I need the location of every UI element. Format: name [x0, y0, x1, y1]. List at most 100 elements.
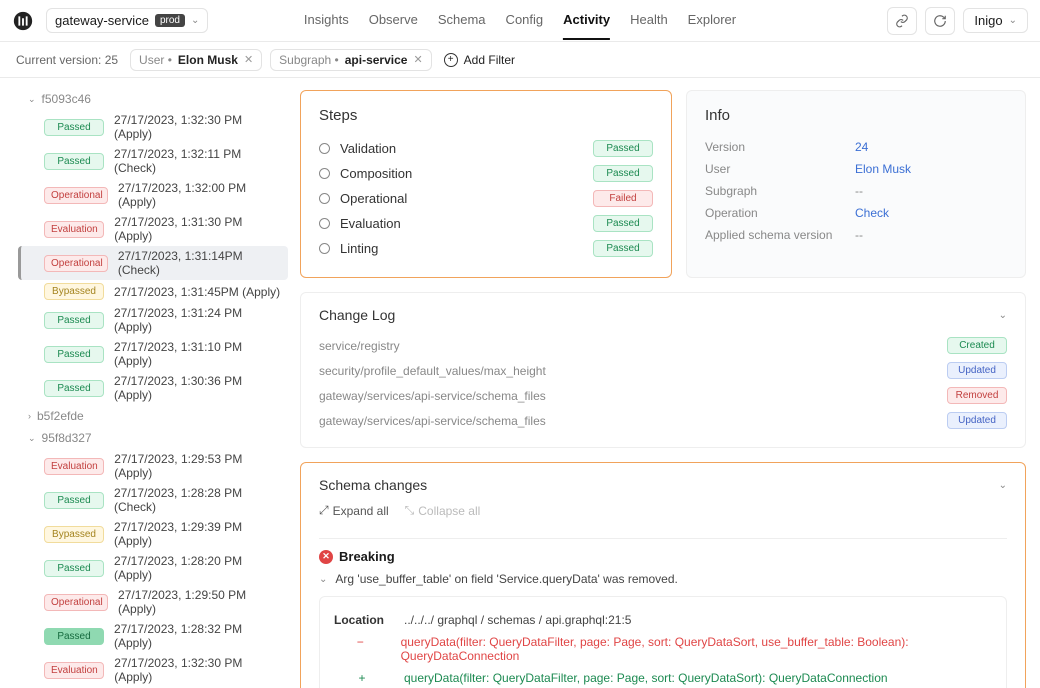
status-badge: Updated: [947, 412, 1007, 429]
activity-row[interactable]: Passed27/17/2023, 1:30:36 PM (Apply): [18, 371, 288, 405]
chevron-down-icon: ⌄: [1009, 15, 1017, 26]
chevron-down-icon: ⌄: [191, 15, 199, 26]
filter-chips: User • Elon Musk✕ Subgraph • api-service✕: [130, 49, 432, 71]
tree-group-toggle[interactable]: ›b5f2efde: [18, 405, 288, 427]
chevron-down-icon: ⌄: [319, 574, 327, 585]
timestamp: 27/17/2023, 1:29:53 PM (Apply): [114, 452, 282, 480]
changelog-section: Change Log ⌄ service/registryCreatedsecu…: [300, 292, 1026, 448]
timestamp: 27/17/2023, 1:31:14PM (Check): [118, 249, 282, 277]
nav-schema[interactable]: Schema: [438, 1, 486, 40]
close-icon[interactable]: ✕: [244, 53, 253, 66]
status-badge: Passed: [44, 346, 104, 363]
status-badge: Removed: [947, 387, 1007, 404]
nav-config[interactable]: Config: [506, 1, 544, 40]
step-row: ValidationPassed: [319, 136, 653, 161]
location-label: Location: [334, 613, 390, 627]
status-badge: Passed: [593, 240, 653, 257]
activity-row[interactable]: Operational 27/17/2023, 1:29:50 PM (Apply…: [18, 585, 288, 619]
activity-row[interactable]: Bypassed27/17/2023, 1:31:45PM (Apply): [18, 280, 288, 303]
timestamp: 27/17/2023, 1:31:24 PM (Apply): [114, 306, 282, 334]
nav-observe[interactable]: Observe: [369, 1, 418, 40]
chevron-down-icon: ⌄: [28, 94, 36, 105]
filter-chip[interactable]: User • Elon Musk✕: [130, 49, 262, 71]
activity-row[interactable]: Passed 27/17/2023, 1:31:10 PM (Apply): [18, 337, 288, 371]
nav-activity[interactable]: Activity: [563, 1, 610, 40]
activity-row[interactable]: Passed 27/17/2023, 1:28:20 PM (Apply): [18, 551, 288, 585]
tree-group-toggle[interactable]: ⌄95f8d327: [18, 427, 288, 449]
status-badge: Passed: [44, 560, 104, 577]
status-badge: Passed: [593, 215, 653, 232]
activity-row[interactable]: Bypassed 27/17/2023, 1:29:39 PM (Apply): [18, 517, 288, 551]
timestamp: 27/17/2023, 1:32:00 PM (Apply): [118, 181, 282, 209]
activity-row[interactable]: Passed 27/17/2023, 1:32:30 PM (Apply): [18, 110, 288, 144]
info-card: Info Version24UserElon MuskSubgraph--Ope…: [686, 90, 1026, 278]
timestamp: 27/17/2023, 1:32:30 PM (Apply): [114, 656, 282, 684]
nav-explorer[interactable]: Explorer: [688, 1, 736, 40]
circle-icon: [319, 243, 330, 254]
refresh-icon-button[interactable]: [925, 7, 955, 35]
activity-row[interactable]: Operational27/17/2023, 1:32:00 PM (Apply…: [18, 178, 288, 212]
user-menu[interactable]: Inigo ⌄: [963, 8, 1028, 33]
timestamp: 27/17/2023, 1:30:36 PM (Apply): [114, 374, 282, 402]
collapse-icon[interactable]: ⌄: [999, 310, 1007, 321]
tree-group-toggle[interactable]: ⌄f5093c46: [18, 88, 288, 110]
activity-row[interactable]: Passed27/17/2023, 1:32:11 PM (Check): [18, 144, 288, 178]
activity-row[interactable]: Evaluation27/17/2023, 1:31:30 PM (Apply): [18, 212, 288, 246]
timestamp: 27/17/2023, 1:29:39 PM (Apply): [114, 520, 282, 548]
info-value: --: [855, 184, 863, 198]
status-badge: Bypassed: [44, 283, 104, 300]
user-name: Inigo: [974, 13, 1002, 28]
changelog-row: security/profile_default_values/max_heig…: [319, 358, 1007, 383]
status-badge: Passed: [593, 140, 653, 157]
step-row: LintingPassed: [319, 236, 653, 261]
expand-all-button[interactable]: ⤢Expand all: [319, 503, 389, 518]
nav-insights[interactable]: Insights: [304, 1, 349, 40]
activity-row[interactable]: Operational27/17/2023, 1:31:14PM (Check): [18, 246, 288, 280]
info-value[interactable]: Elon Musk: [855, 162, 911, 176]
service-selector[interactable]: gateway-service prod ⌄: [46, 8, 208, 33]
diff-added-line: queryData(filter: QueryDataFilter, page:…: [404, 671, 888, 685]
filter-bar: Current version: 25 User • Elon Musk✕Sub…: [0, 42, 1040, 78]
breaking-header: ✕ Breaking: [319, 538, 1007, 564]
add-filter-button[interactable]: + Add Filter: [444, 53, 515, 67]
changelog-row: gateway/services/api-service/schema_file…: [319, 408, 1007, 433]
service-name: gateway-service: [55, 13, 149, 28]
activity-tree: ⌄f5093c46 Passed 27/17/2023, 1:32:30 PM (A…: [0, 78, 296, 688]
timestamp: 27/17/2023, 1:32:30 PM (Apply): [114, 113, 282, 141]
close-icon[interactable]: ✕: [413, 53, 422, 66]
collapse-icon[interactable]: ⌄: [999, 480, 1007, 491]
timestamp: 27/17/2023, 1:29:50 PM (Apply): [118, 588, 282, 616]
info-row: UserElon Musk: [705, 158, 1007, 180]
info-value[interactable]: 24: [855, 140, 868, 154]
info-title: Info: [705, 107, 1007, 124]
timestamp: 27/17/2023, 1:31:10 PM (Apply): [114, 340, 282, 368]
info-row: OperationCheck: [705, 202, 1007, 224]
activity-row[interactable]: Evaluation27/17/2023, 1:29:53 PM (Apply): [18, 449, 288, 483]
chevron-down-icon: ⌄: [28, 433, 36, 444]
activity-row[interactable]: Passed27/17/2023, 1:31:24 PM (Apply): [18, 303, 288, 337]
circle-icon: [319, 143, 330, 154]
filter-chip[interactable]: Subgraph • api-service✕: [270, 49, 432, 71]
activity-row[interactable]: Passed27/17/2023, 1:28:28 PM (Check): [18, 483, 288, 517]
status-badge: Passed: [44, 119, 104, 136]
info-value[interactable]: Check: [855, 206, 889, 220]
steps-title: Steps: [319, 107, 653, 124]
schema-title: Schema changes: [319, 477, 427, 493]
collapse-icon: ⤡: [405, 503, 415, 518]
activity-row[interactable]: Passed27/17/2023, 1:28:32 PM (Apply): [18, 619, 288, 653]
link-icon-button[interactable]: [887, 7, 917, 35]
timestamp: 27/17/2023, 1:28:20 PM (Apply): [114, 554, 282, 582]
status-badge: Updated: [947, 362, 1007, 379]
info-row: Subgraph--: [705, 180, 1007, 202]
steps-card: Steps ValidationPassedCompositionPassedO…: [300, 90, 672, 278]
status-badge: Operational: [44, 594, 108, 611]
nav-health[interactable]: Health: [630, 1, 668, 40]
location-path: ../../../ graphql / schemas / api.graphq…: [404, 613, 631, 627]
status-badge: Bypassed: [44, 526, 104, 543]
status-badge: Passed: [44, 628, 104, 645]
activity-row[interactable]: Evaluation27/17/2023, 1:32:30 PM (Apply): [18, 653, 288, 687]
collapse-all-button[interactable]: ⤡Collapse all: [405, 503, 481, 518]
breaking-message-row[interactable]: ⌄ Arg 'use_buffer_table' on field 'Servi…: [319, 572, 1007, 586]
status-badge: Evaluation: [44, 221, 104, 238]
plus-icon: +: [444, 53, 458, 67]
